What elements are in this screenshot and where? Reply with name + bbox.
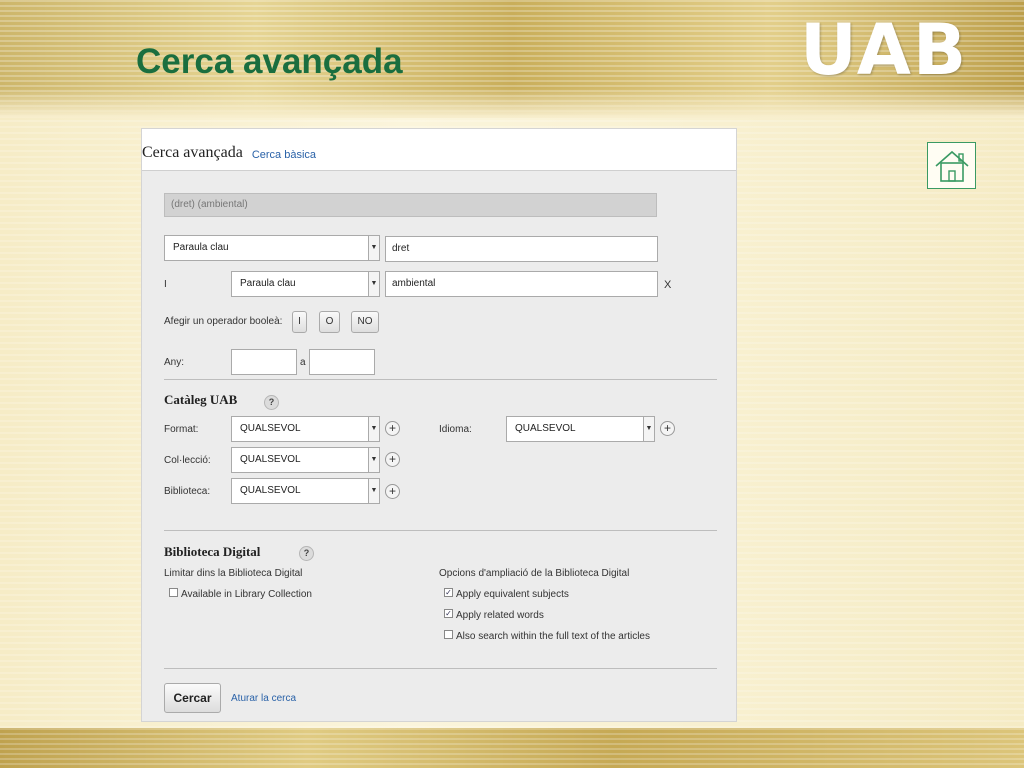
language-select-value: QUALSEVOL — [515, 423, 576, 434]
row-2-operator: I — [164, 279, 167, 290]
digital-section-title: Biblioteca Digital — [164, 544, 261, 559]
library-select[interactable]: QUALSEVOL ▼ — [231, 478, 380, 504]
library-label: Biblioteca: — [164, 486, 211, 497]
digital-options-label: Opcions d'ampliació de la Biblioteca Dig… — [439, 568, 630, 579]
format-select-value: QUALSEVOL — [240, 423, 301, 434]
field-select-2[interactable]: Paraula clau ▼ — [231, 271, 380, 297]
year-to-input[interactable] — [309, 349, 375, 375]
term-input-2[interactable]: ambiental — [385, 271, 658, 297]
search-button[interactable]: Cercar — [164, 683, 221, 713]
year-separator: a — [300, 357, 306, 368]
boolean-label: Afegir un operador booleà: — [164, 316, 283, 327]
full-text-label: Also search within the full text of the … — [456, 631, 650, 642]
field-select-1[interactable]: Paraula clau ▼ — [164, 235, 380, 261]
term-input-1[interactable]: dret — [385, 236, 658, 262]
footer-banner — [0, 728, 1024, 768]
add-format-icon[interactable]: + — [385, 421, 400, 436]
collection-label: Col·lecció: — [164, 455, 211, 466]
home-icon — [934, 150, 969, 182]
divider — [164, 379, 717, 380]
collection-select[interactable]: QUALSEVOL ▼ — [231, 447, 380, 473]
language-label: Idioma: — [439, 424, 472, 435]
year-from-input[interactable] — [231, 349, 297, 375]
available-collection-checkbox[interactable] — [169, 588, 178, 597]
collection-select-value: QUALSEVOL — [240, 454, 301, 465]
dropdown-arrow-icon: ▼ — [643, 417, 654, 441]
panel-header: Cerca avançada Cerca bàsica — [142, 129, 736, 171]
catalog-help-icon[interactable]: ? — [264, 395, 279, 410]
digital-limit-label: Limitar dins la Biblioteca Digital — [164, 568, 303, 579]
dropdown-arrow-icon: ▼ — [368, 236, 379, 260]
catalog-section-title: Catàleg UAB — [164, 392, 238, 407]
library-select-value: QUALSEVOL — [240, 485, 301, 496]
related-words-checkbox[interactable]: ✓ — [444, 609, 453, 618]
full-text-checkbox[interactable] — [444, 630, 453, 639]
field-select-2-value: Paraula clau — [240, 278, 296, 289]
query-summary: (dret) (ambiental) — [164, 193, 657, 217]
related-words-label: Apply related words — [456, 610, 544, 621]
add-collection-icon[interactable]: + — [385, 452, 400, 467]
basic-search-link[interactable]: Cerca bàsica — [252, 149, 316, 161]
format-label: Format: — [164, 424, 199, 435]
divider — [164, 668, 717, 669]
operator-or-button[interactable]: O — [319, 311, 340, 333]
dropdown-arrow-icon: ▼ — [368, 479, 379, 503]
dropdown-arrow-icon: ▼ — [368, 272, 379, 296]
advanced-search-panel: Cerca avançada Cerca bàsica (dret) (ambi… — [141, 128, 737, 722]
home-button[interactable] — [927, 142, 976, 189]
digital-help-icon[interactable]: ? — [299, 546, 314, 561]
available-collection-label: Available in Library Collection — [181, 589, 312, 600]
slide-title: Cerca avançada — [136, 42, 403, 81]
divider — [164, 530, 717, 531]
add-library-icon[interactable]: + — [385, 484, 400, 499]
field-select-1-value: Paraula clau — [173, 242, 229, 253]
dropdown-arrow-icon: ▼ — [368, 417, 379, 441]
uab-logo: UAB — [800, 9, 969, 91]
year-label: Any: — [164, 357, 185, 368]
panel-title: Cerca avançada — [142, 144, 243, 161]
operator-and-button[interactable]: I — [292, 311, 307, 333]
stop-search-link[interactable]: Aturar la cerca — [231, 693, 296, 704]
equivalent-subjects-label: Apply equivalent subjects — [456, 589, 569, 600]
format-select[interactable]: QUALSEVOL ▼ — [231, 416, 380, 442]
equivalent-subjects-checkbox[interactable]: ✓ — [444, 588, 453, 597]
remove-row-button[interactable]: X — [664, 279, 671, 291]
language-select[interactable]: QUALSEVOL ▼ — [506, 416, 655, 442]
operator-not-button[interactable]: NO — [351, 311, 379, 333]
add-language-icon[interactable]: + — [660, 421, 675, 436]
dropdown-arrow-icon: ▼ — [368, 448, 379, 472]
